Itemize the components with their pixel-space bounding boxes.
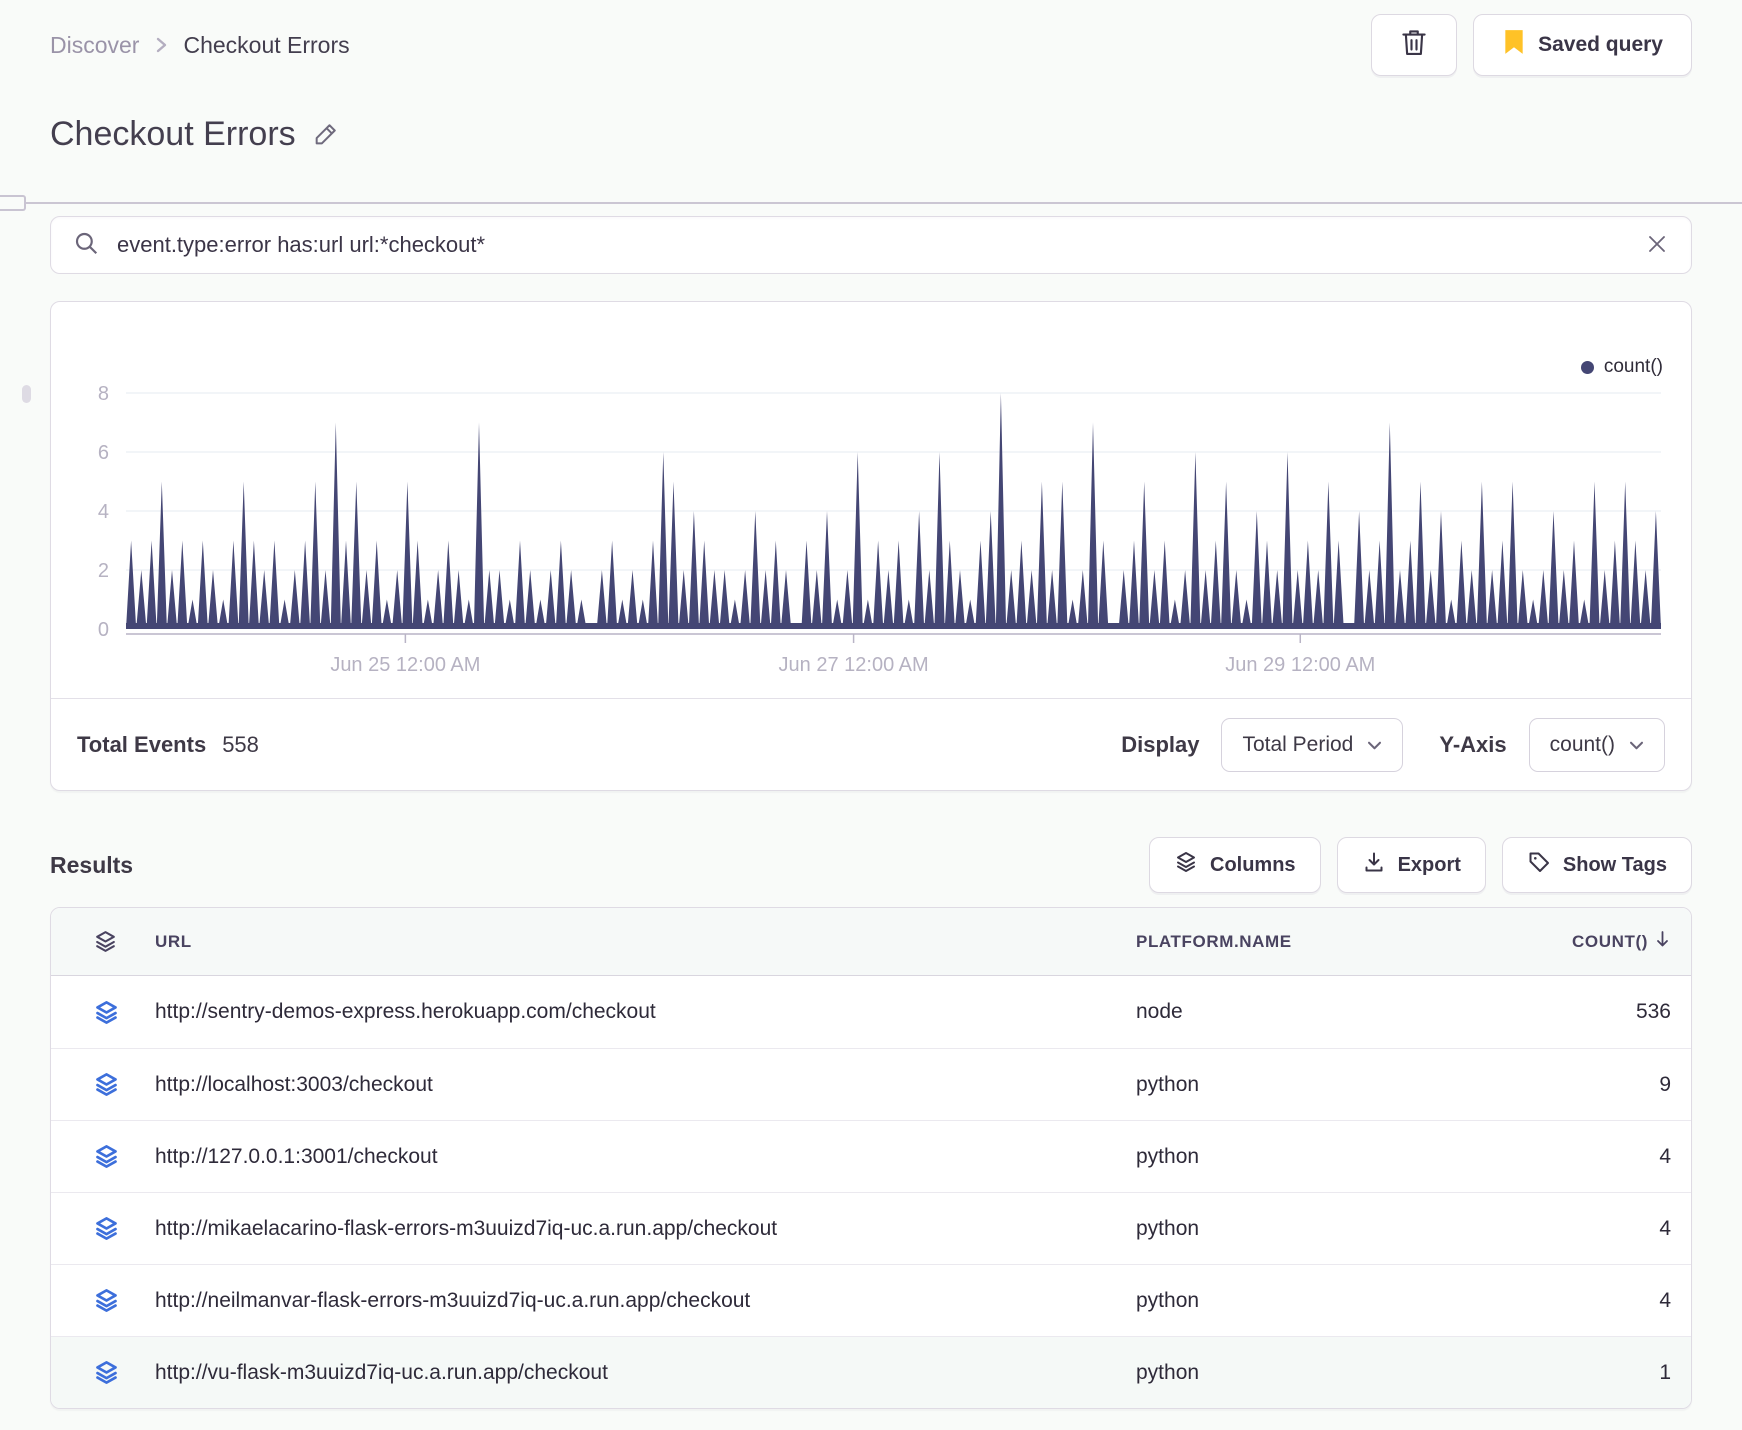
column-header-url[interactable]: URL [155, 932, 1136, 952]
table-row[interactable]: http://neilmanvar-flask-errors-m3uuizd7i… [51, 1264, 1691, 1336]
breadcrumb-current: Checkout Errors [183, 31, 350, 58]
stacked-layers-icon[interactable] [51, 929, 155, 954]
clear-search-button[interactable] [1645, 232, 1669, 259]
results-header-row: Results Columns Export Show Tags [50, 837, 1692, 893]
row-url: http://localhost:3003/checkout [155, 1072, 433, 1096]
saved-query-label: Saved query [1538, 33, 1663, 56]
total-events-value: 558 [222, 731, 259, 757]
stacked-layers-icon[interactable] [51, 1287, 155, 1314]
total-events-label: Total Events [77, 731, 207, 757]
table-row[interactable]: http://127.0.0.1:3001/checkout python 4 [51, 1120, 1691, 1192]
columns-button[interactable]: Columns [1149, 837, 1321, 893]
columns-button-label: Columns [1210, 853, 1296, 876]
row-url: http://vu-flask-m3uuizd7iq-uc.a.run.app/… [155, 1360, 608, 1384]
sort-descending-arrow-icon [1654, 929, 1671, 954]
header-actions: Saved query [1371, 14, 1692, 76]
yaxis-select[interactable]: count() [1528, 717, 1665, 772]
bookmark-icon [1502, 29, 1526, 61]
row-count: 4 [1659, 1288, 1671, 1312]
svg-text:0: 0 [98, 619, 109, 641]
legend-dot [1580, 360, 1594, 374]
table-row[interactable]: http://sentry-demos-express.herokuapp.co… [51, 976, 1691, 1048]
search-input[interactable] [115, 231, 1629, 259]
row-platform: python [1136, 1360, 1200, 1384]
table-row[interactable]: http://localhost:3003/checkout python 9 [51, 1048, 1691, 1120]
results-buttons: Columns Export Show Tags [1149, 837, 1692, 893]
row-url: http://sentry-demos-express.herokuapp.co… [155, 1000, 656, 1023]
svg-text:Jun 29 12:00 AM: Jun 29 12:00 AM [1225, 654, 1375, 676]
delete-query-button[interactable] [1371, 14, 1458, 76]
row-count: 4 [1659, 1216, 1671, 1240]
display-label: Display [1121, 731, 1200, 757]
column-header-count[interactable]: COUNT() [1391, 929, 1691, 954]
row-platform: node [1136, 1000, 1183, 1023]
title-row: Checkout Errors [50, 112, 1692, 156]
export-button[interactable]: Export [1336, 837, 1486, 893]
search-icon [73, 230, 99, 261]
export-button-label: Export [1397, 853, 1461, 876]
results-table: URL PLATFORM.NAME COUNT() http://sentry-… [50, 907, 1692, 1409]
stacked-layers-icon[interactable] [51, 1359, 155, 1386]
stacked-layers-icon[interactable] [51, 1143, 155, 1170]
svg-text:2: 2 [98, 560, 109, 582]
chart-footer: Total Events 558 Display Total Period Y-… [51, 698, 1691, 790]
table-row[interactable]: http://vu-flask-m3uuizd7iq-uc.a.run.app/… [51, 1336, 1691, 1408]
chart-panel: count() 0 2 4 6 8 Jun 25 12:00 AM Jun 27 12:00… [50, 301, 1692, 791]
row-platform: python [1136, 1288, 1200, 1312]
tag-icon [1527, 850, 1551, 880]
stacked-layers-icon[interactable] [51, 999, 155, 1026]
stacked-layers-icon [1174, 850, 1198, 880]
show-tags-button-label: Show Tags [1562, 853, 1667, 876]
edit-title-button[interactable] [312, 120, 340, 148]
results-heading: Results [50, 851, 134, 878]
chart-controls: Display Total Period Y-Axis count() [1121, 717, 1665, 772]
search-bar [50, 216, 1692, 274]
row-platform: python [1136, 1072, 1200, 1096]
table-body: http://sentry-demos-express.herokuapp.co… [51, 976, 1691, 1408]
row-url: http://mikaelacarino-flask-errors-m3uuiz… [155, 1216, 778, 1240]
row-url: http://127.0.0.1:3001/checkout [155, 1144, 438, 1168]
close-icon [1645, 232, 1669, 259]
stacked-layers-icon[interactable] [51, 1215, 155, 1242]
trash-icon [1399, 27, 1429, 63]
svg-text:8: 8 [98, 383, 109, 405]
column-header-platform[interactable]: PLATFORM.NAME [1136, 932, 1391, 952]
chevron-down-icon [1367, 733, 1382, 757]
row-url: http://neilmanvar-flask-errors-m3uuizd7i… [155, 1288, 751, 1312]
yaxis-select-value: count() [1549, 732, 1615, 756]
svg-text:Jun 25 12:00 AM: Jun 25 12:00 AM [330, 654, 480, 676]
row-platform: python [1136, 1144, 1200, 1168]
topbar: Discover Checkout Errors Saved query [50, 14, 1692, 76]
table-header-row: URL PLATFORM.NAME COUNT() [51, 908, 1691, 976]
breadcrumb: Discover Checkout Errors [50, 32, 350, 59]
chart-legend[interactable]: count() [1580, 356, 1663, 378]
yaxis-label: Y-Axis [1439, 731, 1507, 757]
show-tags-button[interactable]: Show Tags [1501, 837, 1692, 893]
stacked-layers-icon[interactable] [51, 1071, 155, 1098]
row-count: 1 [1659, 1360, 1671, 1384]
svg-text:6: 6 [98, 442, 109, 464]
download-icon [1362, 850, 1386, 880]
svg-text:Jun 27 12:00 AM: Jun 27 12:00 AM [779, 654, 929, 676]
svg-text:4: 4 [98, 501, 109, 523]
display-select[interactable]: Total Period [1221, 717, 1404, 772]
total-events: Total Events 558 [77, 732, 259, 758]
saved-query-button[interactable]: Saved query [1473, 14, 1692, 76]
row-count: 536 [1635, 1000, 1671, 1023]
page-title: Checkout Errors [50, 114, 296, 153]
row-count: 9 [1659, 1072, 1671, 1096]
row-count: 4 [1659, 1144, 1671, 1168]
display-select-value: Total Period [1242, 732, 1354, 756]
table-row[interactable]: http://mikaelacarino-flask-errors-m3uuiz… [51, 1192, 1691, 1264]
row-platform: python [1136, 1216, 1200, 1240]
breadcrumb-discover[interactable]: Discover [50, 32, 139, 59]
events-area-chart[interactable]: 0 2 4 6 8 Jun 25 12:00 AM Jun 27 12:00 AM Jun 2… [51, 302, 1691, 698]
legend-label: count() [1603, 356, 1663, 377]
chevron-down-icon [1629, 733, 1644, 757]
chevron-right-icon [153, 33, 169, 57]
